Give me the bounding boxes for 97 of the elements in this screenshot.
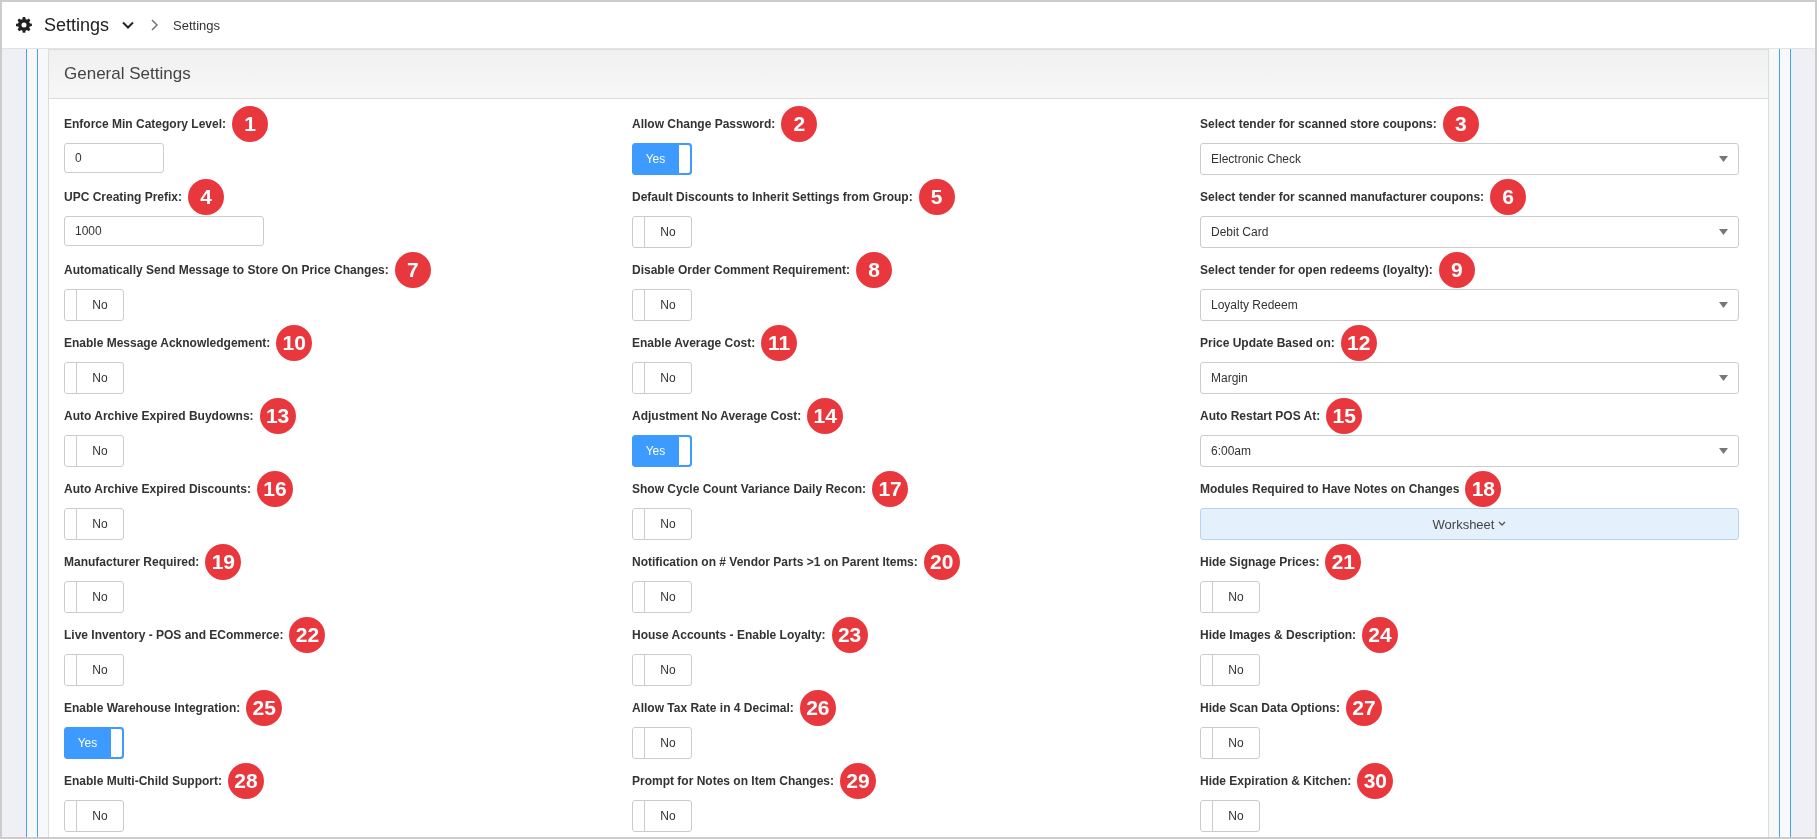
setting-label: Disable Order Comment Requirement: (632, 263, 851, 277)
toggle-switch[interactable]: No (1200, 800, 1260, 832)
setting-label: Default Discounts to Inherit Settings from Group: (632, 190, 913, 204)
toggle-switch[interactable]: No (64, 800, 124, 832)
toggle-switch[interactable]: No (632, 581, 692, 613)
number-badge: 24 (1362, 617, 1399, 653)
setting-label: Hide Scan Data Options: (1200, 701, 1341, 715)
number-badge: 8 (856, 252, 893, 288)
setting-label: Allow Tax Rate in 4 Decimal: (632, 701, 794, 715)
setting-label: Select tender for scanned manufacturer coupons: (1200, 190, 1485, 204)
toggle-switch[interactable]: No (64, 654, 124, 686)
setting-label: Live Inventory - POS and ECommerce: (64, 628, 284, 642)
chevron-down-icon (1498, 521, 1507, 527)
setting-label: Adjustment No Average Cost: (632, 409, 802, 423)
text-input-field[interactable]: 0 (64, 143, 164, 173)
number-badge: 22 (289, 617, 326, 653)
toggle-switch[interactable]: No (1200, 581, 1260, 613)
dropdown-select[interactable]: Electronic Check (1200, 143, 1739, 175)
setting-label: Auto Restart POS At: (1200, 409, 1321, 423)
setting-label: Show Cycle Count Variance Daily Recon: (632, 482, 867, 496)
number-badge: 27 (1346, 690, 1383, 726)
toggle-switch[interactable]: No (1200, 727, 1260, 759)
number-badge: 6 (1490, 179, 1527, 215)
text-input-field[interactable]: 1000 (64, 216, 264, 246)
number-badge: 2 (781, 106, 818, 142)
setting-label: Prompt for Notes on Item Changes: (632, 774, 834, 788)
number-badge: 1 (232, 106, 269, 142)
number-badge: 30 (1357, 763, 1394, 799)
number-badge: 4 (188, 179, 225, 215)
setting-label: Hide Expiration & Kitchen: (1200, 774, 1352, 788)
dropdown-caret-icon (1719, 156, 1728, 162)
toggle-switch[interactable]: No (632, 362, 692, 394)
number-badge: 15 (1326, 398, 1363, 434)
setting-label: House Accounts - Enable Loyalty: (632, 628, 826, 642)
setting-label: Manufacturer Required: (64, 555, 200, 569)
toggle-switch[interactable]: No (1200, 654, 1260, 686)
toggle-switch[interactable]: No (64, 508, 124, 540)
toggle-switch[interactable]: No (64, 289, 124, 321)
dropdown-select[interactable]: Debit Card (1200, 216, 1739, 248)
setting-label: Price Update Based on: (1200, 336, 1335, 350)
setting-label: Modules Required to Have Notes on Changes (1200, 482, 1460, 496)
number-badge: 13 (259, 398, 296, 434)
toggle-switch[interactable]: No (64, 581, 124, 613)
number-badge: 19 (205, 544, 242, 580)
dropdown-select[interactable]: Loyalty Redeem (1200, 289, 1739, 321)
number-badge: 10 (276, 325, 313, 361)
number-badge: 14 (807, 398, 844, 434)
setting-label: Auto Archive Expired Buydowns: (64, 409, 254, 423)
toggle-switch[interactable]: No (632, 508, 692, 540)
number-badge: 7 (394, 252, 431, 288)
toggle-switch[interactable]: No (64, 435, 124, 467)
number-badge: 11 (761, 325, 798, 361)
toggle-switch[interactable]: No (632, 727, 692, 759)
number-badge: 29 (840, 763, 876, 799)
number-badge: 23 (831, 617, 868, 653)
toggle-switch[interactable]: No (632, 800, 692, 832)
number-badge: 21 (1325, 544, 1362, 580)
setting-label: Enforce Min Category Level: (64, 117, 227, 131)
toggle-switch[interactable]: No (632, 654, 692, 686)
number-badge: 28 (228, 763, 264, 799)
setting-label: Automatically Send Message to Store On Price Changes: (64, 263, 389, 277)
setting-label: Enable Message Acknowledgement: (64, 336, 271, 350)
number-badge: 3 (1442, 106, 1479, 142)
number-badge: 5 (918, 179, 955, 215)
setting-label: UPC Creating Prefix: (64, 190, 183, 204)
number-badge: 9 (1438, 252, 1475, 288)
dropdown-caret-icon (1719, 448, 1728, 454)
setting-label: Select tender for open redeems (loyalty): (1200, 263, 1433, 277)
breadcrumb-item[interactable]: Settings (173, 17, 221, 33)
toggle-switch[interactable]: No (64, 362, 124, 394)
setting-label: Hide Images & Description: (1200, 628, 1357, 642)
setting-label: Enable Average Cost: (632, 336, 756, 350)
number-badge: 18 (1465, 471, 1502, 507)
toggle-switch[interactable]: No (632, 289, 692, 321)
dropdown-select[interactable]: 6:00am (1200, 435, 1739, 467)
setting-label: Enable Multi-Child Support: (64, 774, 222, 788)
page-title: Settings (44, 14, 110, 36)
settings-icon (16, 17, 32, 33)
dropdown-select[interactable]: Margin (1200, 362, 1739, 394)
number-badge: 12 (1340, 325, 1377, 361)
panel-title: General Settings (49, 50, 1768, 99)
dropdown-caret-icon (1719, 302, 1728, 308)
number-badge: 26 (799, 690, 836, 726)
setting-label: Enable Warehouse Integration: (64, 701, 241, 715)
number-badge: 25 (246, 690, 283, 726)
setting-label: Select tender for scanned store coupons: (1200, 117, 1437, 131)
setting-label: Hide Signage Prices: (1200, 555, 1320, 569)
setting-label: Notification on # Vendor Parts >1 on Parent Items: (632, 555, 918, 569)
dropdown-caret-icon (1719, 375, 1728, 381)
dropdown-caret-icon (1719, 229, 1728, 235)
setting-label: Allow Change Password: (632, 117, 776, 131)
multiselect-button[interactable]: Worksheet (1200, 508, 1739, 540)
toggle-switch[interactable]: No (632, 216, 692, 248)
number-badge: 16 (256, 471, 293, 507)
number-badge: 17 (872, 471, 909, 507)
setting-label: Auto Archive Expired Discounts: (64, 482, 251, 496)
number-badge: 20 (923, 544, 960, 580)
